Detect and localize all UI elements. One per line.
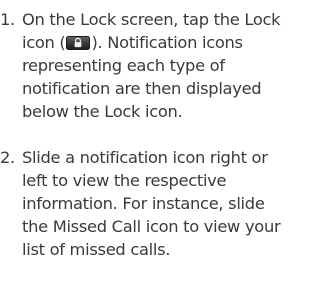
lock-icon	[66, 36, 91, 50]
step-line: the Missed Call icon to view your	[22, 217, 281, 236]
step-number: 2.	[0, 148, 15, 167]
step-line: On the Lock screen, tap the Lock	[22, 10, 281, 29]
step-line: notification are then displayed	[22, 79, 262, 98]
step-line: list of missed calls.	[22, 240, 171, 259]
step-line: Slide a notification icon right or	[22, 148, 268, 167]
step-line: below the Lock icon.	[22, 102, 183, 121]
instruction-document: 1. On the Lock screen, tap the Lock icon…	[0, 0, 306, 281]
step-line-part: ). Notification icons	[91, 33, 243, 52]
step-line: left to view the respective	[22, 171, 227, 190]
step-line-part: icon (	[22, 33, 66, 52]
step-text: On the Lock screen, tap the Lock icon (	[22, 8, 306, 123]
step-number: 1.	[0, 10, 15, 29]
step-line-with-icon: icon ( ). Notification icons	[22, 31, 306, 54]
step-line: representing each type of	[22, 56, 225, 75]
step-text: Slide a notification icon right or left …	[22, 146, 306, 261]
step-line: information. For instance, slide	[22, 194, 265, 213]
